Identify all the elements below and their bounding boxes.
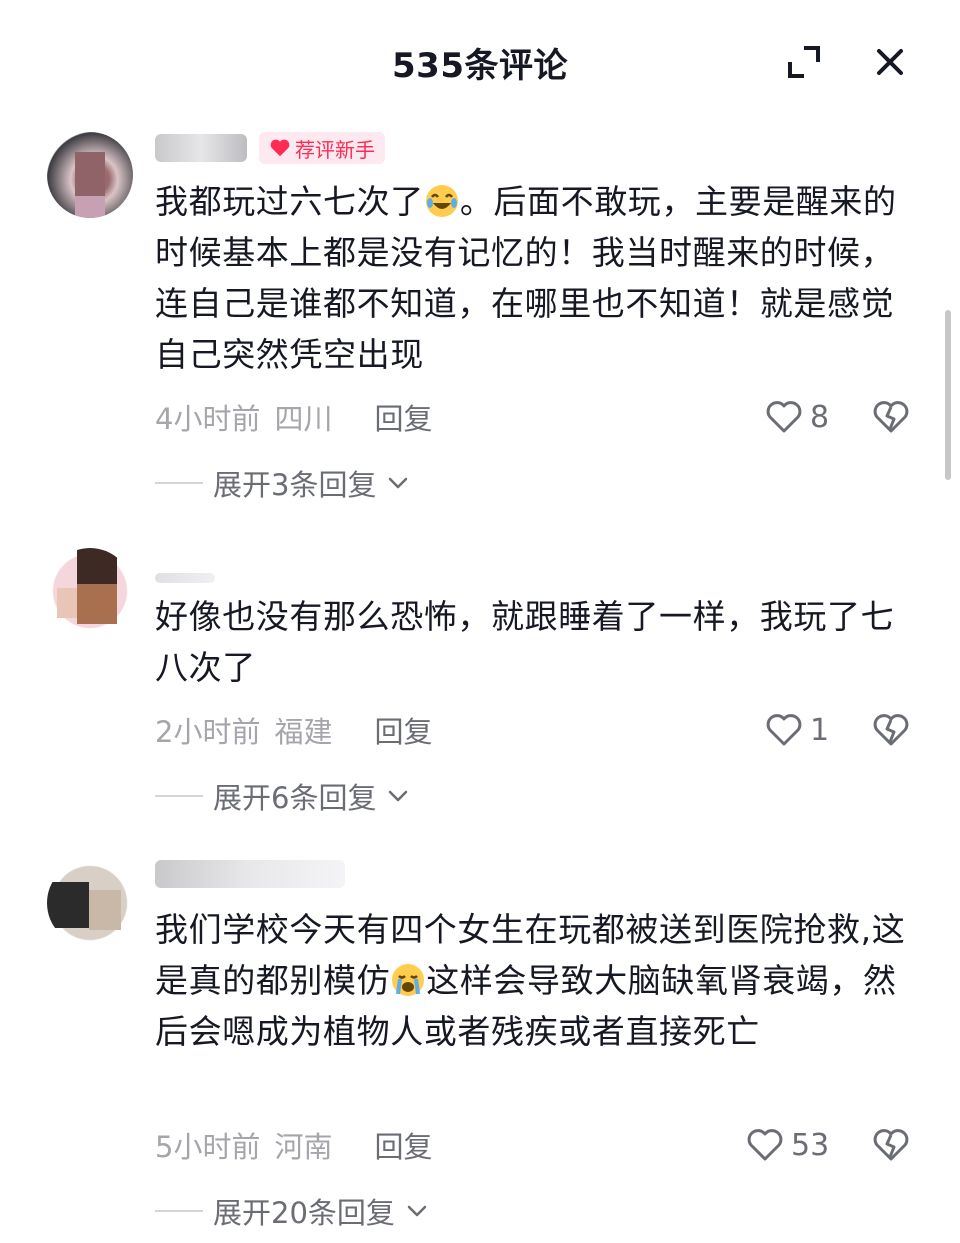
comments-sheet: 535条评论 荐评新手 我都玩过六七次了 。后面不敢玩，主要是醒来的时候基本上都… [0,0,960,1243]
like-button[interactable]: 1 [764,710,829,750]
comment-time: 2小时前 [155,715,261,749]
expand-replies-label: 展开3条回复 [213,468,377,502]
comment-meta: 4小时前 四川 回复 [155,397,432,437]
like-button[interactable]: 53 [745,1125,829,1165]
close-button[interactable] [868,40,912,84]
reply-button[interactable]: 回复 [374,1124,432,1166]
like-button[interactable]: 8 [764,397,829,437]
like-count: 53 [791,1127,830,1163]
like-count: 8 [810,399,830,435]
comment-location: 四川 [274,402,333,436]
avatar[interactable] [47,860,133,946]
comment-time: 5小时前 [155,1130,261,1164]
expand-replies-button[interactable]: 展开6条回复 [155,776,412,816]
expand-icon [788,46,820,78]
expand-replies-button[interactable]: 展开3条回复 [155,463,412,503]
avatar[interactable] [47,132,133,218]
divider-line [155,1210,203,1212]
comment-location: 河南 [274,1130,333,1164]
dislike-button[interactable] [871,1125,911,1165]
expand-replies-label: 展开20条回复 [213,1196,395,1230]
chevron-down-icon [389,477,408,489]
nickname-blurred[interactable] [155,573,215,583]
expand-fullscreen-button[interactable] [782,40,826,84]
comment-meta: 2小时前 福建 回复 [155,710,432,750]
close-icon [877,49,903,75]
comment-text: 好像也没有那么恐怖，就跟睡着了一样，我玩了七八次了 [155,597,895,687]
heart-outline-icon [766,714,802,746]
badge-label: 荐评新手 [295,137,375,162]
scrollbar[interactable] [945,310,951,480]
recommended-badge: 荐评新手 [259,132,385,164]
laugh-cry-emoji-icon [425,185,458,217]
dislike-button[interactable] [871,710,911,750]
avatar[interactable] [47,548,133,634]
nickname-blurred[interactable] [155,860,345,888]
nickname-row [155,856,345,892]
expand-replies-label: 展开6条回复 [213,781,377,815]
dislike-button[interactable] [871,397,911,437]
comment-meta: 5小时前 河南 回复 [155,1125,432,1165]
heart-badge-icon [270,139,290,157]
divider-line [155,482,203,484]
comments-header: 535条评论 [0,0,960,120]
divider-line [155,795,203,797]
reply-button[interactable]: 回复 [374,709,432,751]
chevron-down-icon [389,790,408,802]
heart-outline-icon [766,401,802,433]
heart-outline-icon [747,1129,783,1161]
comment-text: 我们学校今天有四个女生在玩都被送到医院抢救,这是真的都别模仿 这样会导致大脑缺氧肾… [155,904,915,1057]
broken-heart-icon [873,714,909,746]
like-count: 1 [810,712,830,748]
crying-emoji-icon [392,964,425,996]
broken-heart-icon [873,401,909,433]
reply-button[interactable]: 回复 [374,396,432,438]
comment-time: 4小时前 [155,402,261,436]
broken-heart-icon [873,1129,909,1161]
expand-replies-button[interactable]: 展开20条回复 [155,1191,431,1231]
chevron-down-icon [407,1205,427,1217]
comment-text-part: 我都玩过六七次了 [155,182,424,221]
comment-text: 我都玩过六七次了 。后面不敢玩，主要是醒来的时候基本上都是没有记忆的！我当时醒来的… [155,176,915,380]
nickname-blurred[interactable] [155,134,247,162]
nickname-row: 荐评新手 [155,130,385,166]
comment-location: 福建 [274,715,333,749]
